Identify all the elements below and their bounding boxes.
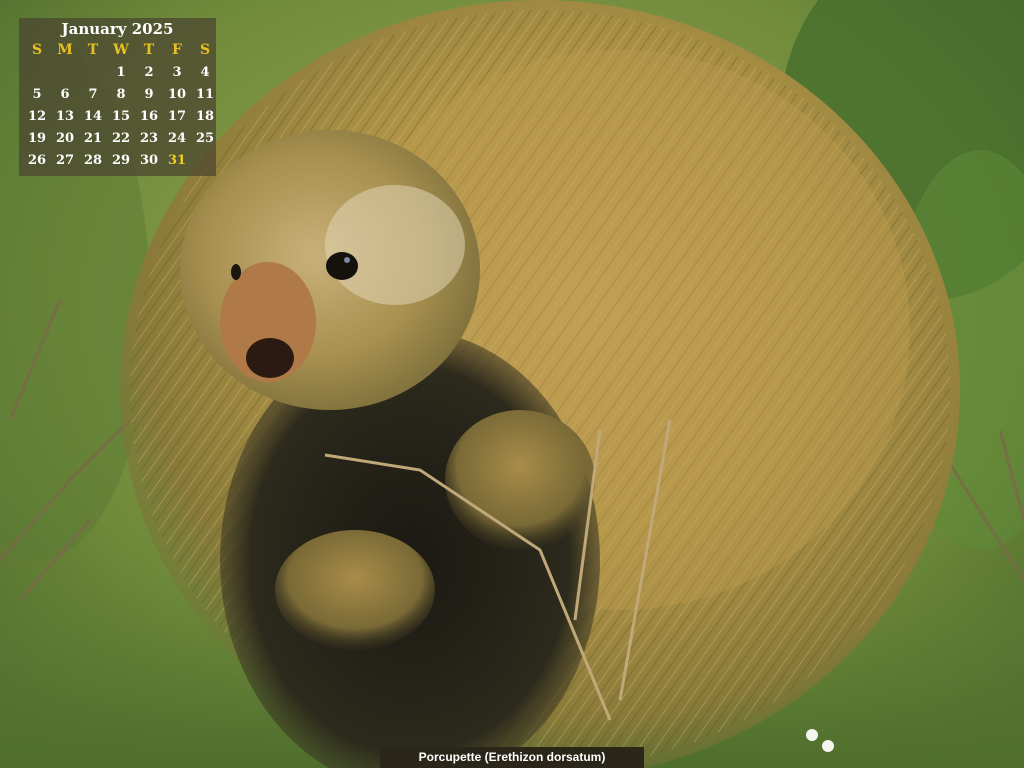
calendar-day: 8: [116, 87, 126, 102]
calendar-day: 10: [167, 87, 187, 102]
calendar-day: 11: [195, 87, 215, 102]
calendar-day: 26: [27, 153, 47, 168]
weekday-sunday: S: [31, 42, 43, 58]
calendar-week-5: 26 27 28 29 30 31: [28, 151, 205, 171]
calendar-day: 17: [167, 109, 187, 124]
calendar-day: 1: [116, 65, 126, 80]
calendar-weekday-header: S M T W T F S: [32, 40, 210, 60]
calendar-day: 15: [111, 109, 131, 124]
calendar-day: 21: [83, 131, 103, 146]
calendar-day: 23: [139, 131, 159, 146]
weekday-tuesday: T: [87, 42, 99, 58]
weekday-monday: M: [57, 42, 73, 58]
calendar-day: 5: [32, 87, 42, 102]
weekday-friday: F: [172, 42, 182, 58]
calendar-week-4: 19 20 21 22 23 24 25: [28, 129, 214, 149]
calendar-day: 25: [195, 131, 215, 146]
calendar-week-3: 12 13 14 15 16 17 18: [28, 107, 214, 127]
calendar-day: 6: [60, 87, 70, 102]
wallpaper-caption: Porcupette (Erethizon dorsatum): [380, 747, 644, 768]
calendar-week-2: 5 6 7 8 9 10 11: [32, 85, 214, 105]
calendar-day: 14: [83, 109, 103, 124]
weekday-saturday: S: [199, 42, 211, 58]
calendar-day: 9: [144, 87, 154, 102]
calendar-day: 20: [55, 131, 75, 146]
weekday-wednesday: W: [113, 42, 129, 58]
calendar-day: 30: [139, 153, 159, 168]
calendar-day: 3: [172, 65, 182, 80]
calendar-day: 27: [55, 153, 75, 168]
calendar-day: 19: [27, 131, 47, 146]
calendar-widget: January 2025 S M T W T F S 1 2 3 4 5 6 7…: [19, 18, 216, 176]
calendar-day: 18: [195, 109, 215, 124]
calendar-day: 2: [144, 65, 154, 80]
calendar-day: 22: [111, 131, 131, 146]
calendar-day: 29: [111, 153, 131, 168]
calendar-day: 28: [83, 153, 103, 168]
calendar-day: 4: [200, 65, 210, 80]
calendar-title: January 2025: [61, 20, 174, 38]
calendar-day: 16: [139, 109, 159, 124]
calendar-day: 13: [55, 109, 75, 124]
calendar-day: 12: [27, 109, 47, 124]
calendar-day: 24: [167, 131, 187, 146]
calendar-week-1: 1 2 3 4: [37, 63, 209, 83]
calendar-day-today: 31: [167, 153, 187, 168]
calendar-day: 7: [88, 87, 98, 102]
weekday-thursday: T: [143, 42, 155, 58]
